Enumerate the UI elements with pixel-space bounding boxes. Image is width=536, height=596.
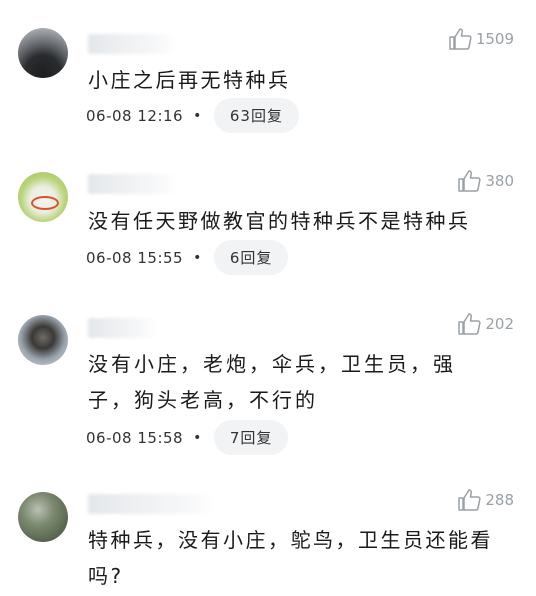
reply-count-button[interactable]: 7回复: [213, 420, 289, 455]
thumbs-up-icon: [448, 28, 472, 50]
username-blurred[interactable]: [88, 494, 218, 514]
like-count: 1509: [475, 30, 514, 48]
reply-count-button[interactable]: 63回复: [213, 98, 299, 133]
like-button[interactable]: 202: [457, 313, 514, 335]
comment-text: 小庄之后再无特种兵: [88, 68, 291, 92]
avatar[interactable]: [18, 492, 68, 542]
like-button[interactable]: 380: [457, 170, 514, 192]
username-blurred[interactable]: [88, 34, 178, 54]
thumbs-up-icon: [457, 170, 481, 192]
comment-meta: 06-08 15:55 • 6回复: [86, 240, 289, 275]
comment-meta: 06-08 12:16 • 63回复: [86, 98, 299, 133]
avatar[interactable]: [18, 315, 68, 365]
comment-text: 没有小庄，老炮，伞兵，卫生员，强子，狗头老高，不行的: [88, 352, 456, 412]
reply-count-button[interactable]: 6回复: [213, 240, 289, 275]
comment-text: 特种兵，没有小庄，鸵鸟，卫生员还能看吗?: [88, 528, 493, 588]
thumbs-up-icon: [457, 489, 481, 511]
like-count: 380: [485, 172, 514, 190]
avatar[interactable]: [18, 172, 68, 222]
avatar[interactable]: [18, 28, 68, 78]
comment-meta: 06-08 15:58 • 7回复: [86, 420, 289, 455]
like-count: 202: [485, 315, 514, 333]
username-blurred[interactable]: [88, 174, 178, 194]
separator-dot: •: [193, 249, 202, 266]
comment-date: 06-08 15:55: [86, 248, 184, 267]
comment-date: 06-08 12:16: [86, 106, 184, 125]
like-button[interactable]: 1509: [448, 28, 514, 50]
like-count: 288: [485, 491, 514, 509]
like-button[interactable]: 288: [457, 489, 514, 511]
comment-text: 没有任天野做教官的特种兵不是特种兵: [88, 209, 471, 233]
separator-dot: •: [193, 429, 202, 446]
username-blurred[interactable]: [88, 318, 158, 338]
thumbs-up-icon: [457, 313, 481, 335]
separator-dot: •: [193, 107, 202, 124]
comment-date: 06-08 15:58: [86, 428, 184, 447]
